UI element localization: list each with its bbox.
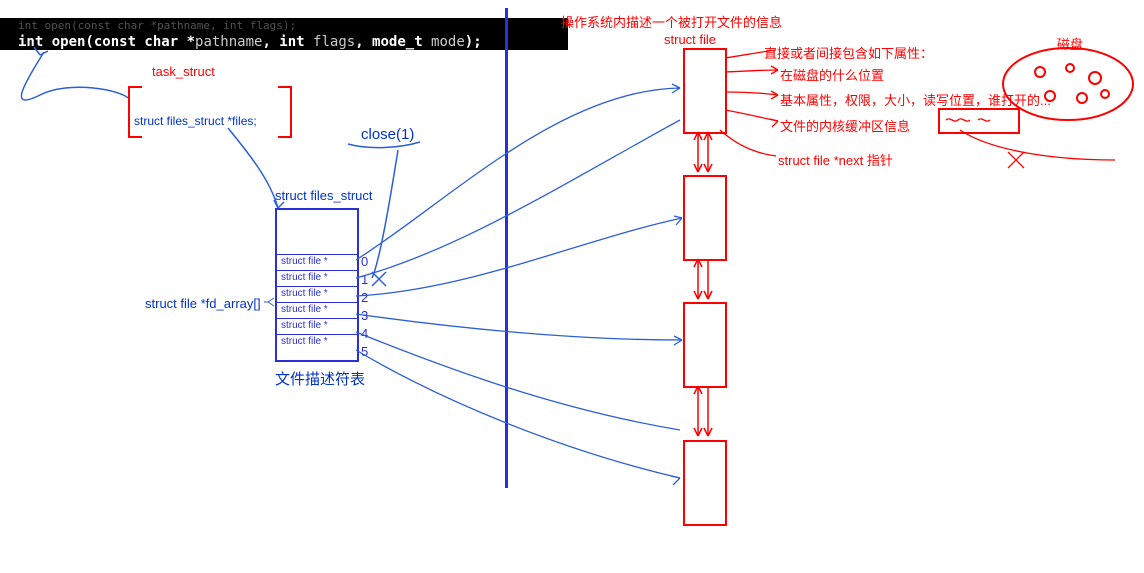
- idx-5: 5: [361, 344, 368, 359]
- file-node-4: [683, 440, 727, 526]
- label-disk: 磁盘: [1057, 34, 1083, 53]
- label-attr2: 基本属性，权限，大小，读写位置，谁打开的...: [780, 90, 1051, 109]
- fd-cell-1: struct file *: [277, 270, 357, 286]
- label-close1: close(1): [361, 126, 414, 143]
- file-node-3: [683, 302, 727, 388]
- label-fd-array: struct file *fd_array[]: [145, 296, 261, 311]
- vertical-divider: [505, 8, 508, 488]
- file-node-1: [683, 48, 727, 134]
- idx-0: 0: [361, 254, 368, 269]
- label-struct-file: struct file: [664, 32, 716, 47]
- task-struct-outline: [128, 88, 292, 136]
- buffer-box: [938, 108, 1020, 134]
- label-fd-table: 文件描述符表: [275, 368, 365, 389]
- file-node-2: [683, 175, 727, 261]
- arrows-overlay: [0, 0, 1144, 573]
- label-files-member: struct files_struct *files;: [134, 114, 257, 128]
- label-attr1: 在磁盘的什么位置: [780, 65, 884, 84]
- label-attr3: 文件的内核缓冲区信息: [780, 116, 910, 135]
- idx-4: 4: [361, 326, 368, 341]
- fd-cell-3: struct file *: [277, 302, 357, 318]
- code-snippet: int open(const char *pathname, int flags…: [0, 18, 568, 50]
- label-attr-head: 直接或者间接包含如下属性：: [764, 43, 933, 62]
- fd-cell-5: struct file *: [277, 334, 357, 350]
- fd-cell-0: struct file *: [277, 254, 357, 270]
- idx-1: 1: [361, 272, 368, 287]
- files-struct-box: struct file * struct file * struct file …: [275, 208, 359, 362]
- label-files-struct: struct files_struct: [275, 188, 373, 203]
- idx-2: 2: [361, 290, 368, 305]
- label-os-file-info: 操作系统内描述一个被打开文件的信息: [561, 12, 782, 31]
- label-next-ptr: struct file *next 指针: [778, 150, 893, 169]
- fd-cell-4: struct file *: [277, 318, 357, 334]
- code-line2: int open(const char *pathname, int flags…: [18, 34, 550, 50]
- idx-3: 3: [361, 308, 368, 323]
- fd-cell-2: struct file *: [277, 286, 357, 302]
- label-task-struct: task_struct: [152, 64, 215, 79]
- code-line1: int open(const char *pathname, int flags…: [18, 18, 550, 34]
